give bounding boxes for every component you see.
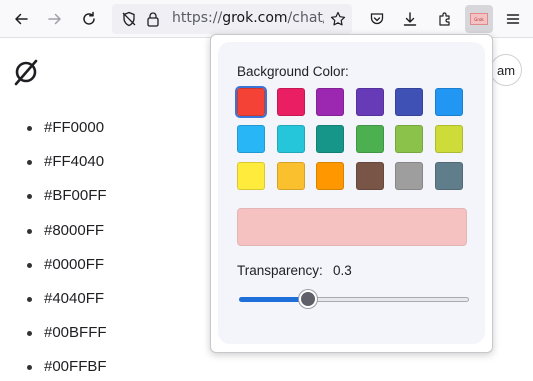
grok-color-extension-button[interactable]: Grok <box>465 5 493 33</box>
color-swatch[interactable] <box>395 88 423 116</box>
arrow-left-icon <box>15 13 28 25</box>
color-swatch[interactable] <box>237 162 265 190</box>
url-text[interactable]: https://grok.com/chat/4f <box>172 10 324 26</box>
color-swatch[interactable] <box>276 88 305 116</box>
color-swatch[interactable] <box>434 162 463 190</box>
extension-thumbnail-icon: Grok <box>470 13 488 25</box>
downloads-button[interactable] <box>396 5 424 33</box>
pocket-button[interactable] <box>363 5 391 33</box>
popup-panel: Background Color: Transparency: 0.3 <box>218 42 485 344</box>
color-swatch[interactable] <box>355 162 384 190</box>
grok-logo-icon[interactable] <box>12 58 40 86</box>
reload-icon <box>83 11 95 25</box>
download-icon <box>403 12 417 26</box>
slider-thumb[interactable] <box>299 290 317 308</box>
color-swatch[interactable] <box>235 86 267 118</box>
list-item: #4040FF <box>27 289 107 323</box>
color-swatch[interactable] <box>276 125 305 153</box>
hamburger-menu-icon <box>506 14 520 24</box>
bookmark-star-icon[interactable] <box>330 11 346 27</box>
slider-fill <box>239 297 308 302</box>
color-preview <box>237 208 467 246</box>
color-swatch[interactable] <box>316 88 344 116</box>
menu-button[interactable] <box>499 5 527 33</box>
list-item: #8000FF <box>27 221 107 255</box>
color-swatch[interactable] <box>316 162 344 190</box>
color-swatch-grid <box>235 86 463 190</box>
list-item: #BF00FF <box>27 186 107 220</box>
list-item: #0000FF <box>27 255 107 289</box>
forward-button[interactable] <box>41 5 69 33</box>
transparency-value: 0.3 <box>333 263 352 278</box>
color-list: #FF0000 #FF4040 #BF00FF #8000FF #0000FF … <box>27 118 107 381</box>
color-swatch[interactable] <box>237 125 265 153</box>
arrow-right-icon <box>48 13 61 25</box>
url-bar[interactable]: https://grok.com/chat/4f <box>112 4 352 34</box>
lock-icon <box>147 12 159 27</box>
back-button[interactable] <box>7 5 35 33</box>
reload-button[interactable] <box>75 5 103 33</box>
list-item: #00BFFF <box>27 323 107 357</box>
color-swatch[interactable] <box>316 125 344 153</box>
puzzle-piece-icon <box>439 12 450 26</box>
transparency-slider[interactable] <box>239 290 469 308</box>
avatar[interactable]: am <box>490 54 522 86</box>
tracking-protection-icon <box>122 11 136 27</box>
extensions-button[interactable] <box>431 5 459 33</box>
browser-toolbar: https://grok.com/chat/4f Grok <box>0 0 533 38</box>
list-item: #FF4040 <box>27 152 107 186</box>
color-swatch[interactable] <box>434 125 463 153</box>
color-swatch[interactable] <box>355 125 384 153</box>
color-swatch[interactable] <box>355 88 384 116</box>
color-swatch[interactable] <box>276 162 305 190</box>
color-swatch[interactable] <box>395 125 423 153</box>
list-item: #FF0000 <box>27 118 107 152</box>
color-swatch[interactable] <box>395 162 423 190</box>
extension-popup: Background Color: Transparency: 0.3 <box>210 34 493 353</box>
background-color-label: Background Color: <box>237 64 349 79</box>
list-item: #00FFBF <box>27 357 107 381</box>
pocket-icon <box>370 13 384 25</box>
transparency-label: Transparency: <box>237 263 323 278</box>
color-swatch[interactable] <box>434 88 463 116</box>
